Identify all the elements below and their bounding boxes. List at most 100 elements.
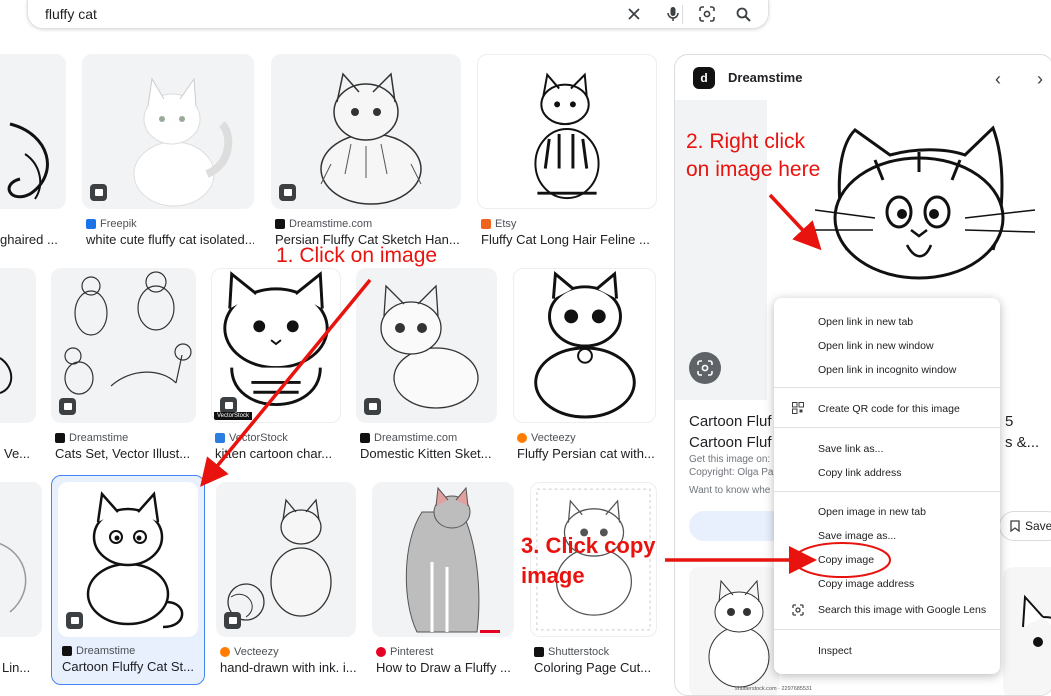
image-result[interactable]: Lin... (0, 482, 42, 682)
image-thumbnail[interactable] (82, 54, 254, 209)
image-thumbnail[interactable] (0, 268, 36, 423)
result-source[interactable]: Etsy (481, 218, 516, 230)
menu-search-google-lens[interactable]: Search this image with Google Lens (818, 604, 986, 616)
image-result[interactable]: Dreamstime Cats Set, Vector Illust... (51, 268, 196, 468)
selected-image-result[interactable]: Dreamstime Cartoon Fluffy Cat St... (51, 475, 205, 685)
result-caption[interactable]: white cute fluffy cat isolated... (86, 232, 254, 247)
copyright-text: Copyright: Olga Pa (689, 467, 774, 478)
annotation-step3-line2: image (521, 563, 585, 588)
microphone-icon[interactable] (663, 4, 683, 24)
result-caption[interactable]: Domestic Kitten Sket... (360, 446, 497, 461)
result-caption[interactable]: Ve... (4, 446, 36, 461)
result-source[interactable]: Dreamstime.com (360, 432, 457, 444)
search-input[interactable]: fluffy cat (45, 6, 97, 22)
panel-title-line1[interactable]: Cartoon Fluf (689, 413, 772, 430)
menu-open-link-incognito[interactable]: Open link in incognito window (818, 364, 956, 376)
image-icon (59, 398, 76, 415)
menu-inspect[interactable]: Inspect (818, 645, 852, 657)
image-result[interactable]: Pinterest How to Draw a Fluffy ... (372, 482, 514, 682)
annotation-step3-line1: 3. Click copy (521, 533, 656, 558)
result-source[interactable]: Shutterstock (534, 646, 609, 658)
result-caption[interactable]: Cats Set, Vector Illust... (55, 446, 196, 461)
menu-divider (774, 387, 1000, 388)
chevron-left-icon[interactable]: ‹ (995, 69, 1001, 90)
save-button[interactable]: Save (999, 511, 1051, 541)
menu-copy-image[interactable]: Copy image (818, 554, 874, 566)
panel-title-suffix2[interactable]: s &... (1005, 434, 1039, 451)
image-thumbnail[interactable] (51, 268, 196, 423)
result-caption[interactable]: Fluffy Persian cat with... (517, 446, 656, 461)
lens-icon[interactable] (697, 4, 717, 24)
google-lens-icon (792, 604, 804, 616)
menu-open-image-new-tab[interactable]: Open image in new tab (818, 506, 926, 518)
menu-open-link-new-tab[interactable]: Open link in new tab (818, 316, 913, 328)
clear-icon[interactable] (624, 4, 644, 24)
annotation-step2-line2: on image here (686, 158, 821, 181)
etsy-icon (481, 219, 491, 229)
vecteezy-icon (220, 647, 230, 657)
menu-create-qr-code[interactable]: Create QR code for this image (818, 403, 960, 415)
get-this-image-text: Get this image on: (689, 454, 771, 465)
context-menu: Open link in new tab Open link in new wi… (774, 298, 1000, 674)
menu-save-image-as[interactable]: Save image as... (818, 530, 896, 542)
result-caption[interactable]: Coloring Page Cut... (534, 660, 657, 675)
result-caption[interactable]: ghaired ... (0, 232, 66, 247)
image-result[interactable]: Vecteezy hand-drawn with ink. i... (216, 482, 356, 682)
pinterest-mark (480, 630, 500, 633)
result-caption[interactable]: Cartoon Fluffy Cat St... (62, 659, 200, 674)
related-image[interactable] (689, 567, 779, 695)
image-thumbnail[interactable] (0, 54, 66, 209)
panel-title-suffix1[interactable]: 5 (1005, 413, 1013, 430)
image-thumbnail[interactable] (372, 482, 514, 637)
image-thumbnail[interactable] (271, 54, 461, 209)
menu-divider (774, 629, 1000, 630)
image-thumbnail[interactable] (356, 268, 497, 423)
vecteezy-icon (517, 433, 527, 443)
image-result[interactable]: Freepik white cute fluffy cat isolated..… (82, 54, 254, 254)
image-thumbnail[interactable] (58, 482, 198, 637)
panel-site-name[interactable]: Dreamstime (728, 70, 802, 85)
menu-copy-link-address[interactable]: Copy link address (818, 467, 901, 479)
result-source[interactable]: Dreamstime (55, 432, 128, 444)
image-result[interactable]: Dreamstime.com Domestic Kitten Sket... (356, 268, 497, 468)
qr-code-icon (792, 402, 804, 414)
want-to-know-text: Want to know whe (689, 485, 771, 496)
result-source[interactable]: Vecteezy (220, 646, 279, 658)
image-thumbnail[interactable] (513, 268, 656, 423)
dreamstime-icon (55, 433, 65, 443)
menu-copy-image-address[interactable]: Copy image address (818, 578, 914, 590)
result-caption[interactable]: hand-drawn with ink. i... (220, 660, 356, 675)
result-caption[interactable]: Lin... (2, 660, 42, 675)
related-image[interactable] (1003, 567, 1051, 695)
result-source[interactable]: Freepik (86, 218, 137, 230)
image-icon (66, 612, 83, 629)
result-source[interactable]: Pinterest (376, 646, 433, 658)
image-thumbnail[interactable] (0, 482, 42, 637)
image-result[interactable]: Etsy Fluffy Cat Long Hair Feline ... (477, 54, 657, 254)
image-result[interactable]: Ve... (0, 268, 36, 468)
result-source[interactable]: Dreamstime.com (275, 218, 372, 230)
image-result[interactable]: VectorStock VectorStock kitten cartoon c… (211, 268, 341, 468)
search-bar: fluffy cat (27, 0, 769, 29)
image-result[interactable]: Vecteezy Fluffy Persian cat with... (513, 268, 656, 468)
image-thumbnail[interactable] (477, 54, 657, 209)
shutterstock-icon (534, 647, 544, 657)
result-caption[interactable]: Fluffy Cat Long Hair Feline ... (481, 232, 657, 247)
freepik-icon (86, 219, 96, 229)
result-caption[interactable]: kitten cartoon char... (215, 446, 341, 461)
result-source[interactable]: VectorStock (215, 432, 288, 444)
google-lens-button[interactable] (689, 352, 721, 384)
image-thumbnail[interactable]: VectorStock (211, 268, 341, 423)
result-source[interactable]: Dreamstime (62, 645, 135, 657)
search-icon[interactable] (733, 4, 753, 24)
menu-save-link-as[interactable]: Save link as... (818, 443, 883, 455)
image-result[interactable]: Dreamstime.com Persian Fluffy Cat Sketch… (271, 54, 461, 254)
menu-open-link-new-window[interactable]: Open link in new window (818, 340, 934, 352)
panel-title-line2[interactable]: Cartoon Fluf (689, 434, 772, 451)
image-icon (90, 184, 107, 201)
chevron-right-icon[interactable]: › (1037, 69, 1043, 90)
result-source[interactable]: Vecteezy (517, 432, 576, 444)
image-thumbnail[interactable] (216, 482, 356, 637)
result-caption[interactable]: How to Draw a Fluffy ... (376, 660, 514, 675)
image-result[interactable]: ghaired ... (0, 54, 66, 254)
